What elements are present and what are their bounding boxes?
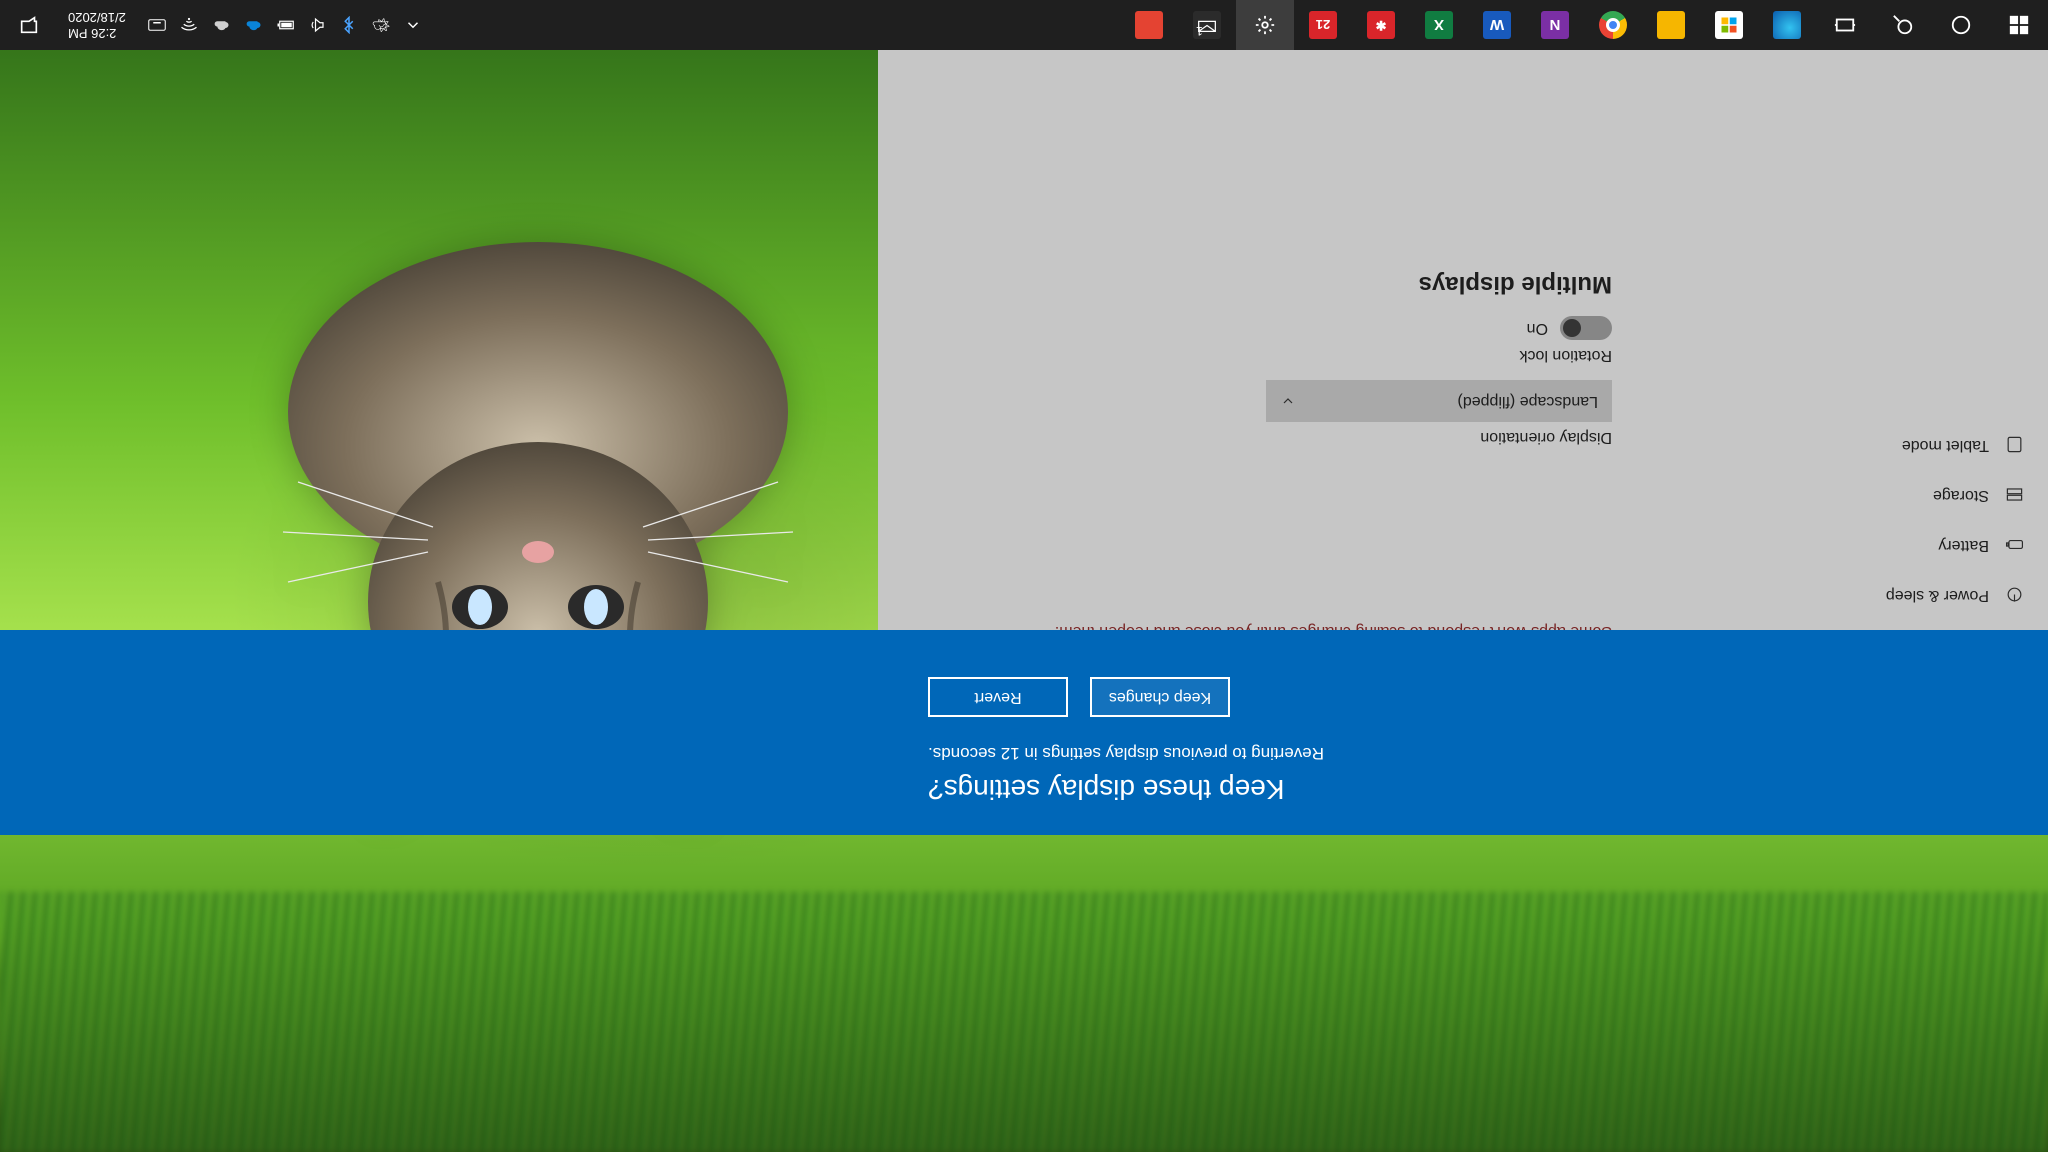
chevron-down-icon bbox=[1280, 393, 1296, 409]
sidebar-item-label: Battery bbox=[1938, 536, 1989, 554]
tray-bluetooth-icon[interactable] bbox=[338, 14, 360, 36]
sidebar-item-tablet[interactable]: Tablet mode bbox=[1666, 420, 2036, 470]
display-confirm-banner: Keep these display settings? Reverting t… bbox=[0, 630, 2048, 835]
tray-weather-icon[interactable]: 🌤 bbox=[370, 14, 392, 36]
toggle-knob bbox=[1563, 319, 1581, 337]
taskbar-app-store[interactable] bbox=[1700, 0, 1758, 50]
tray-cloud-icon[interactable] bbox=[210, 14, 232, 36]
rotation-lock-toggle[interactable] bbox=[1560, 316, 1612, 340]
orientation-value: Landscape (flipped) bbox=[1457, 392, 1598, 410]
cortana-button[interactable] bbox=[1932, 0, 1990, 50]
taskbar: N W X ✱ 21 1 🌤 2:26 PM 2/18/2020 bbox=[0, 0, 2048, 50]
tray-volume-icon[interactable] bbox=[306, 14, 328, 36]
taskbar-app-edge[interactable] bbox=[1758, 0, 1816, 50]
tray-keyboard-icon[interactable] bbox=[146, 14, 168, 36]
section-multiple-displays: Multiple displays bbox=[926, 270, 1612, 298]
tray-chevron-up-icon[interactable] bbox=[402, 14, 424, 36]
sidebar-item-battery[interactable]: Battery bbox=[1666, 520, 2036, 570]
orientation-label: Display orientation bbox=[926, 428, 1612, 446]
clock-time: 2:26 PM bbox=[68, 25, 126, 41]
taskbar-app-onenote[interactable]: N bbox=[1526, 0, 1584, 50]
sidebar-item-power[interactable]: Power & sleep bbox=[1666, 570, 2036, 620]
tray-onedrive-icon[interactable] bbox=[242, 14, 264, 36]
revert-button[interactable]: Revert bbox=[928, 677, 1068, 717]
system-tray: 🌤 bbox=[136, 14, 434, 36]
taskbar-app-pdf[interactable]: ✱ bbox=[1352, 0, 1410, 50]
keep-changes-button[interactable]: Keep changes bbox=[1090, 677, 1230, 717]
dialog-question: Keep these display settings? bbox=[928, 773, 1284, 805]
sidebar-item-label: Tablet mode bbox=[1902, 436, 1989, 454]
sidebar-item-storage[interactable]: Storage bbox=[1666, 470, 2036, 520]
taskbar-app-word[interactable]: W bbox=[1468, 0, 1526, 50]
taskbar-app-calendar[interactable]: 21 bbox=[1294, 0, 1352, 50]
start-button[interactable] bbox=[1990, 0, 2048, 50]
taskbar-clock[interactable]: 2:26 PM 2/18/2020 bbox=[58, 9, 136, 41]
clock-date: 2/18/2020 bbox=[68, 9, 126, 25]
taskbar-app-mail[interactable] bbox=[1642, 0, 1700, 50]
taskbar-app-excel[interactable]: X bbox=[1410, 0, 1468, 50]
taskbar-app-settings[interactable] bbox=[1236, 0, 1294, 50]
taskbar-app-chrome[interactable] bbox=[1584, 0, 1642, 50]
task-view-button[interactable] bbox=[1816, 0, 1874, 50]
search-button[interactable] bbox=[1874, 0, 1932, 50]
action-center-button[interactable] bbox=[0, 0, 58, 50]
taskbar-app-todoist[interactable] bbox=[1120, 0, 1178, 50]
dialog-message: Reverting to previous display settings i… bbox=[928, 743, 1324, 763]
sidebar-item-label: Storage bbox=[1933, 486, 1989, 504]
rotation-lock-label: Rotation lock bbox=[926, 346, 1612, 364]
taskbar-app-inbox[interactable]: 1 bbox=[1178, 0, 1236, 50]
orientation-dropdown[interactable]: Landscape (flipped) bbox=[1266, 380, 1612, 422]
rotation-lock-value: On bbox=[1527, 319, 1548, 337]
tray-wifi-icon[interactable] bbox=[178, 14, 200, 36]
wallpaper-grass bbox=[0, 892, 2048, 1152]
sidebar-item-label: Power & sleep bbox=[1886, 586, 1989, 604]
tray-battery-icon[interactable] bbox=[274, 14, 296, 36]
